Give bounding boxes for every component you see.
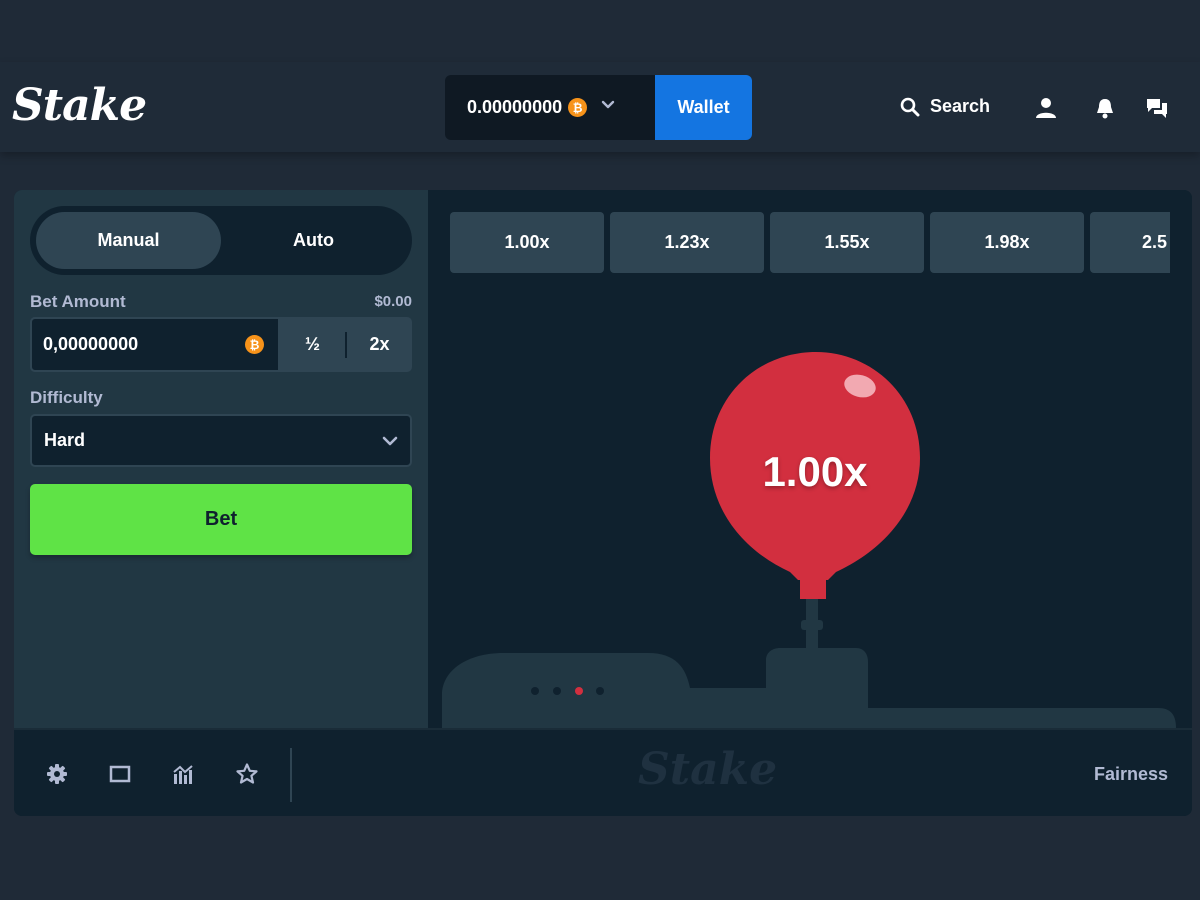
theatre-mode-icon[interactable] bbox=[108, 762, 132, 786]
half-bet-button[interactable]: ½ bbox=[280, 317, 345, 372]
game-footer: Stake Fairness bbox=[14, 728, 1192, 816]
tab-auto[interactable]: Auto bbox=[221, 212, 406, 269]
multiplier-chip: 1.98x bbox=[930, 212, 1084, 273]
chevron-down-icon bbox=[382, 436, 398, 445]
bitcoin-icon: ₿ bbox=[568, 98, 588, 117]
gear-icon[interactable] bbox=[45, 762, 69, 786]
bet-amount-value: 0,00000000 bbox=[43, 334, 139, 354]
fairness-link[interactable]: Fairness bbox=[1094, 764, 1168, 785]
multiplier-chip: 1.55x bbox=[770, 212, 924, 273]
multiplier-history: 1.00x 1.23x 1.55x 1.98x 2.5 bbox=[450, 212, 1170, 273]
search-button[interactable]: Search bbox=[900, 96, 990, 117]
multiplier-chip: 2.5 bbox=[1090, 212, 1170, 273]
mode-toggle: Manual Auto bbox=[30, 206, 412, 275]
game-panel: Manual Auto Bet Amount $0.00 0,00000000 … bbox=[14, 190, 1192, 816]
chevron-down-icon[interactable] bbox=[601, 98, 615, 117]
wallet-button[interactable]: Wallet bbox=[655, 75, 752, 140]
progress-dot bbox=[596, 687, 604, 695]
multiplier-chip: 1.00x bbox=[450, 212, 604, 273]
multiplier-chip: 1.23x bbox=[610, 212, 764, 273]
bet-amount-group: 0,00000000 ₿ ½ 2x bbox=[30, 317, 412, 372]
bet-button[interactable]: Bet bbox=[30, 484, 412, 555]
difficulty-select[interactable]: Hard bbox=[30, 414, 412, 467]
search-icon bbox=[900, 97, 920, 116]
chat-icon[interactable] bbox=[1145, 96, 1169, 120]
tab-manual[interactable]: Manual bbox=[36, 212, 221, 269]
bet-amount-label: Bet Amount bbox=[30, 292, 126, 311]
bitcoin-icon: ₿ bbox=[245, 335, 264, 354]
stats-icon[interactable] bbox=[171, 762, 195, 786]
double-bet-button[interactable]: 2x bbox=[347, 317, 412, 372]
progress-dot bbox=[553, 687, 561, 695]
search-label: Search bbox=[930, 96, 991, 116]
user-icon[interactable] bbox=[1034, 96, 1058, 120]
progress-dot bbox=[531, 687, 539, 695]
difficulty-value: Hard bbox=[44, 430, 86, 450]
bet-amount-input[interactable]: 0,00000000 ₿ bbox=[30, 317, 280, 372]
balance-value: 0.00000000 bbox=[467, 97, 563, 117]
bell-icon[interactable] bbox=[1093, 96, 1117, 120]
stake-watermark-logo: Stake bbox=[638, 744, 778, 795]
bet-amount-usd: $0.00 bbox=[374, 293, 412, 310]
game-stage: 1.00x 1.00x 1.23x 1.55x 1.98x 2.5 bbox=[428, 190, 1192, 728]
difficulty-label: Difficulty bbox=[30, 388, 103, 407]
bet-sidebar: Manual Auto Bet Amount $0.00 0,00000000 … bbox=[14, 190, 428, 728]
balloon-nozzle bbox=[800, 580, 826, 599]
balloon-multiplier: 1.00x bbox=[762, 448, 868, 495]
top-header: Stake 0.00000000 ₿ Wallet Search bbox=[0, 62, 1200, 152]
progress-dot-active bbox=[575, 687, 583, 695]
footer-divider bbox=[290, 748, 292, 802]
pump-rod-joint bbox=[801, 620, 823, 630]
balance-selector[interactable]: 0.00000000 ₿ bbox=[445, 75, 655, 140]
pump-base bbox=[442, 648, 1176, 728]
star-icon[interactable] bbox=[235, 762, 259, 786]
stake-logo[interactable]: Stake bbox=[12, 80, 147, 131]
